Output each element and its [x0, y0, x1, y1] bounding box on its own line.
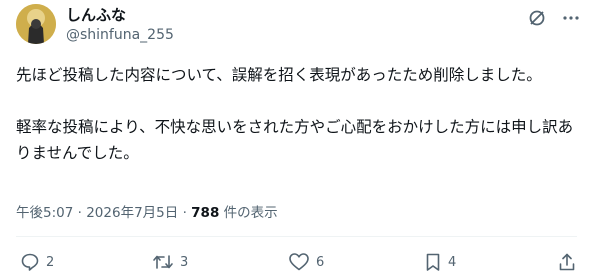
- reply-button[interactable]: 2: [20, 252, 54, 272]
- post-date[interactable]: 2026年7月5日: [86, 205, 178, 221]
- bookmark-button[interactable]: 4: [424, 252, 456, 272]
- divider: [16, 236, 577, 237]
- bookmark-count: 4: [448, 254, 457, 270]
- reply-icon: [20, 252, 40, 272]
- post-text: 先ほど投稿した内容について、誤解を招く表現があったため削除しました。 軽率な投稿…: [16, 66, 574, 162]
- share-button[interactable]: [557, 252, 577, 272]
- grok-icon[interactable]: [527, 8, 547, 28]
- username[interactable]: @shinfuna_255: [66, 26, 174, 44]
- repost-button[interactable]: 3: [152, 252, 188, 272]
- author-block: しんふな @shinfuna_255: [66, 6, 174, 44]
- display-name[interactable]: しんふな: [66, 6, 174, 24]
- more-icon[interactable]: [561, 8, 581, 28]
- post-header-actions: [527, 8, 581, 28]
- heart-icon: [288, 252, 310, 272]
- post-meta: 午後5:07 · 2026年7月5日 · 788 件の表示: [16, 204, 278, 222]
- post-card: しんふな @shinfuna_255 先ほど投稿した内容について、誤解を招く表現…: [0, 0, 593, 276]
- share-icon: [557, 252, 577, 272]
- repost-icon: [152, 252, 174, 272]
- action-bar: 2 3 6 4: [0, 252, 593, 274]
- views-count: 788: [191, 205, 220, 221]
- views-label: 件の表示: [219, 205, 278, 221]
- like-count: 6: [316, 254, 325, 270]
- post-time[interactable]: 午後5:07: [16, 205, 73, 221]
- meta-separator: ·: [182, 205, 187, 221]
- bookmark-icon: [424, 252, 442, 272]
- reply-count: 2: [46, 254, 55, 270]
- repost-count: 3: [180, 254, 189, 270]
- like-button[interactable]: 6: [288, 252, 324, 272]
- avatar[interactable]: [16, 4, 56, 44]
- meta-separator: ·: [77, 205, 82, 221]
